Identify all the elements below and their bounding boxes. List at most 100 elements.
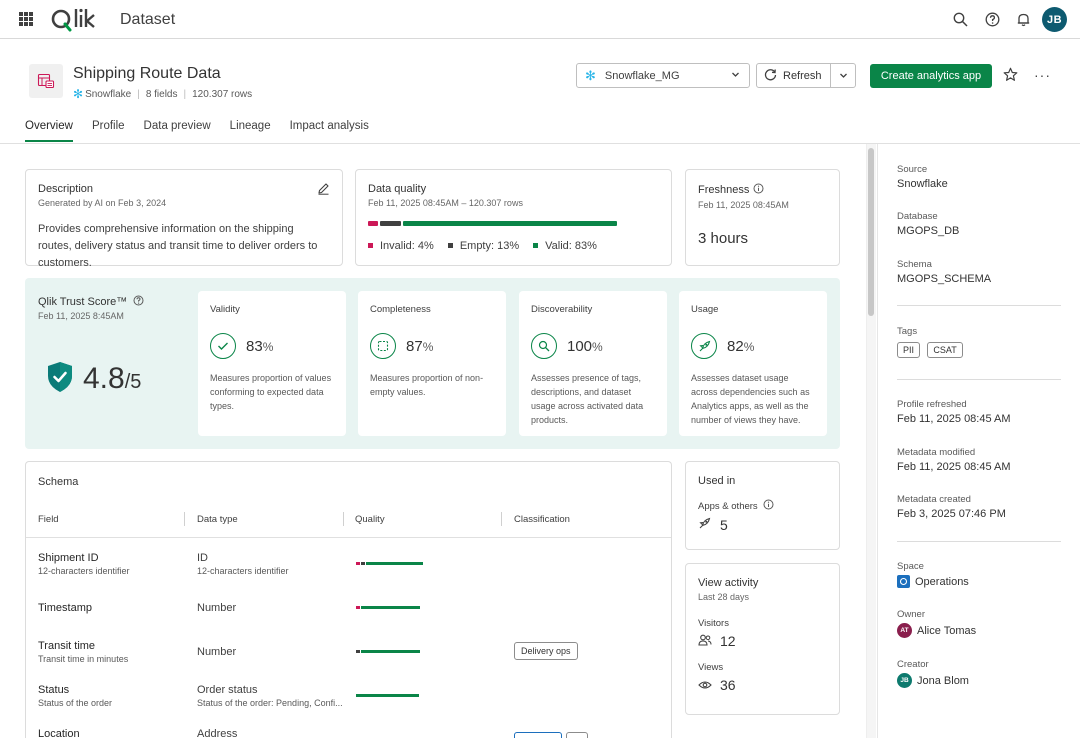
refresh-icon	[764, 68, 777, 84]
views-value-row: 36	[698, 677, 827, 693]
classification-tag-partial[interactable]	[514, 732, 562, 738]
field-name: Status	[38, 684, 70, 696]
table-row[interactable]: Location Address	[26, 722, 671, 738]
edit-icon[interactable]	[317, 182, 330, 198]
search-icon[interactable]	[952, 11, 968, 27]
trust-score-title: Qlik Trust Score™	[38, 296, 128, 308]
field-type: Number	[197, 602, 237, 614]
waffle-icon[interactable]	[19, 12, 33, 26]
metric-value: 82	[727, 337, 744, 355]
quality-bar	[356, 650, 420, 653]
schema-title: Schema	[38, 476, 79, 488]
trust-score-max: /5	[124, 370, 142, 393]
schema-label: Schema	[897, 259, 932, 270]
database-label: Database	[897, 211, 938, 222]
tag-chip[interactable]: PII	[897, 342, 921, 358]
check-icon	[210, 333, 236, 359]
space-value-row[interactable]: Operations	[897, 575, 1062, 588]
quality-segment	[361, 606, 420, 609]
user-avatar[interactable]: JB	[1042, 7, 1067, 32]
metric-desc: Measures proportion of values conforming…	[210, 373, 332, 411]
refresh-label: Refresh	[783, 69, 822, 82]
metric-value: 100	[567, 337, 593, 355]
metric-unit: %	[592, 339, 603, 354]
owner-value: Alice Tomas	[917, 624, 977, 637]
bell-icon[interactable]	[1015, 11, 1031, 27]
panel-owner: Owner AT Alice Tomas	[897, 609, 1062, 638]
metric-validity: Validity 83% Measures proportion of valu…	[198, 291, 346, 436]
data-quality-bar	[368, 221, 617, 226]
help-icon[interactable]	[133, 295, 144, 309]
info-icon[interactable]	[753, 183, 764, 197]
tab-lineage[interactable]: Lineage	[230, 120, 271, 142]
field-name: Shipment ID	[38, 552, 99, 564]
rocket-icon	[698, 517, 711, 533]
views-value: 36	[720, 677, 736, 693]
qlik-logo[interactable]	[50, 6, 106, 35]
star-icon[interactable]	[1003, 67, 1019, 83]
create-analytics-app-button[interactable]: Create analytics app	[870, 64, 992, 88]
metric-usage: Usage 82% Assesses dataset usage across …	[679, 291, 827, 436]
data-quality-valid-segment	[403, 221, 617, 226]
avatar: AT	[897, 623, 912, 638]
table-row[interactable]: Status Status of the order Order status …	[26, 678, 671, 724]
data-quality-legend: Invalid: 4% Empty: 13% Valid: 83%	[368, 240, 597, 252]
header-data-type[interactable]: Data type	[197, 514, 238, 525]
quality-segment	[356, 606, 360, 609]
visitors-value: 12	[720, 633, 736, 649]
snowflake-icon: ✻	[73, 87, 84, 101]
freshness-title-row: Freshness	[698, 183, 827, 197]
schema-card: Schema Field Data type Quality Classific…	[25, 461, 672, 738]
creator-value-row[interactable]: JB Jona Blom	[897, 673, 1062, 688]
field-sub: Transit time in minutes	[38, 654, 129, 664]
tab-overview[interactable]: Overview	[25, 120, 73, 142]
created-label: Metadata created	[897, 494, 971, 505]
metric-name: Discoverability	[531, 304, 593, 315]
connection-select[interactable]: ✻ Snowflake_MG	[576, 63, 750, 88]
panel-divider	[877, 144, 878, 738]
help-icon[interactable]	[984, 11, 1000, 27]
quality-bar	[356, 694, 419, 697]
tab-profile[interactable]: Profile	[92, 120, 125, 142]
header-classification[interactable]: Classification	[514, 514, 570, 525]
source-value: Snowflake	[897, 178, 948, 190]
table-row[interactable]: Transit time Transit time in minutes Num…	[26, 634, 671, 680]
panel-schema: Schema MGOPS_SCHEMA	[897, 259, 1062, 285]
legend-valid: Valid: 83%	[533, 240, 597, 252]
classification-tag[interactable]: Delivery ops	[514, 642, 578, 660]
quality-bar	[356, 562, 423, 565]
info-icon[interactable]	[763, 499, 774, 513]
trust-score-value: 4.8	[83, 361, 125, 395]
refresh-dropdown-button[interactable]	[830, 63, 856, 88]
metric-value: 87	[406, 337, 423, 355]
tab-data-preview[interactable]: Data preview	[144, 120, 211, 142]
space-value: Operations	[915, 575, 969, 588]
owner-value-row[interactable]: AT Alice Tomas	[897, 623, 1062, 638]
users-icon	[698, 633, 712, 649]
panel-divider	[897, 379, 1061, 380]
modified-value: Feb 11, 2025 08:45 AM	[897, 461, 1011, 473]
freshness-sub: Feb 11, 2025 08:45AM	[698, 200, 789, 210]
view-activity-title: View activity	[698, 577, 759, 589]
created-value: Feb 3, 2025 07:46 PM	[897, 508, 1006, 520]
table-row[interactable]: Shipment ID 12-characters identifier ID …	[26, 546, 671, 592]
magnifier-icon	[531, 333, 557, 359]
header-field[interactable]: Field	[38, 514, 59, 525]
header-quality[interactable]: Quality	[355, 514, 385, 525]
space-label: Space	[897, 561, 924, 572]
more-options-icon[interactable]: ···	[1034, 67, 1051, 83]
classification-tag-more[interactable]	[566, 732, 588, 738]
quality-segment	[361, 650, 420, 653]
scrollbar-thumb[interactable]	[868, 148, 874, 316]
tags-label: Tags	[897, 326, 918, 337]
field-type: Address	[197, 728, 238, 738]
legend-invalid: Invalid: 4%	[368, 240, 434, 252]
data-quality-invalid-segment	[368, 221, 378, 226]
tab-impact-analysis[interactable]: Impact analysis	[290, 120, 369, 142]
refresh-button[interactable]: Refresh	[756, 63, 831, 88]
panel-divider	[897, 541, 1061, 542]
data-quality-sub: Feb 11, 2025 08:45AM – 120.307 rows	[368, 198, 523, 208]
metric-value: 83	[246, 337, 263, 355]
tag-chip[interactable]: CSAT	[927, 342, 963, 358]
connection-value: Snowflake_MG	[604, 69, 680, 82]
